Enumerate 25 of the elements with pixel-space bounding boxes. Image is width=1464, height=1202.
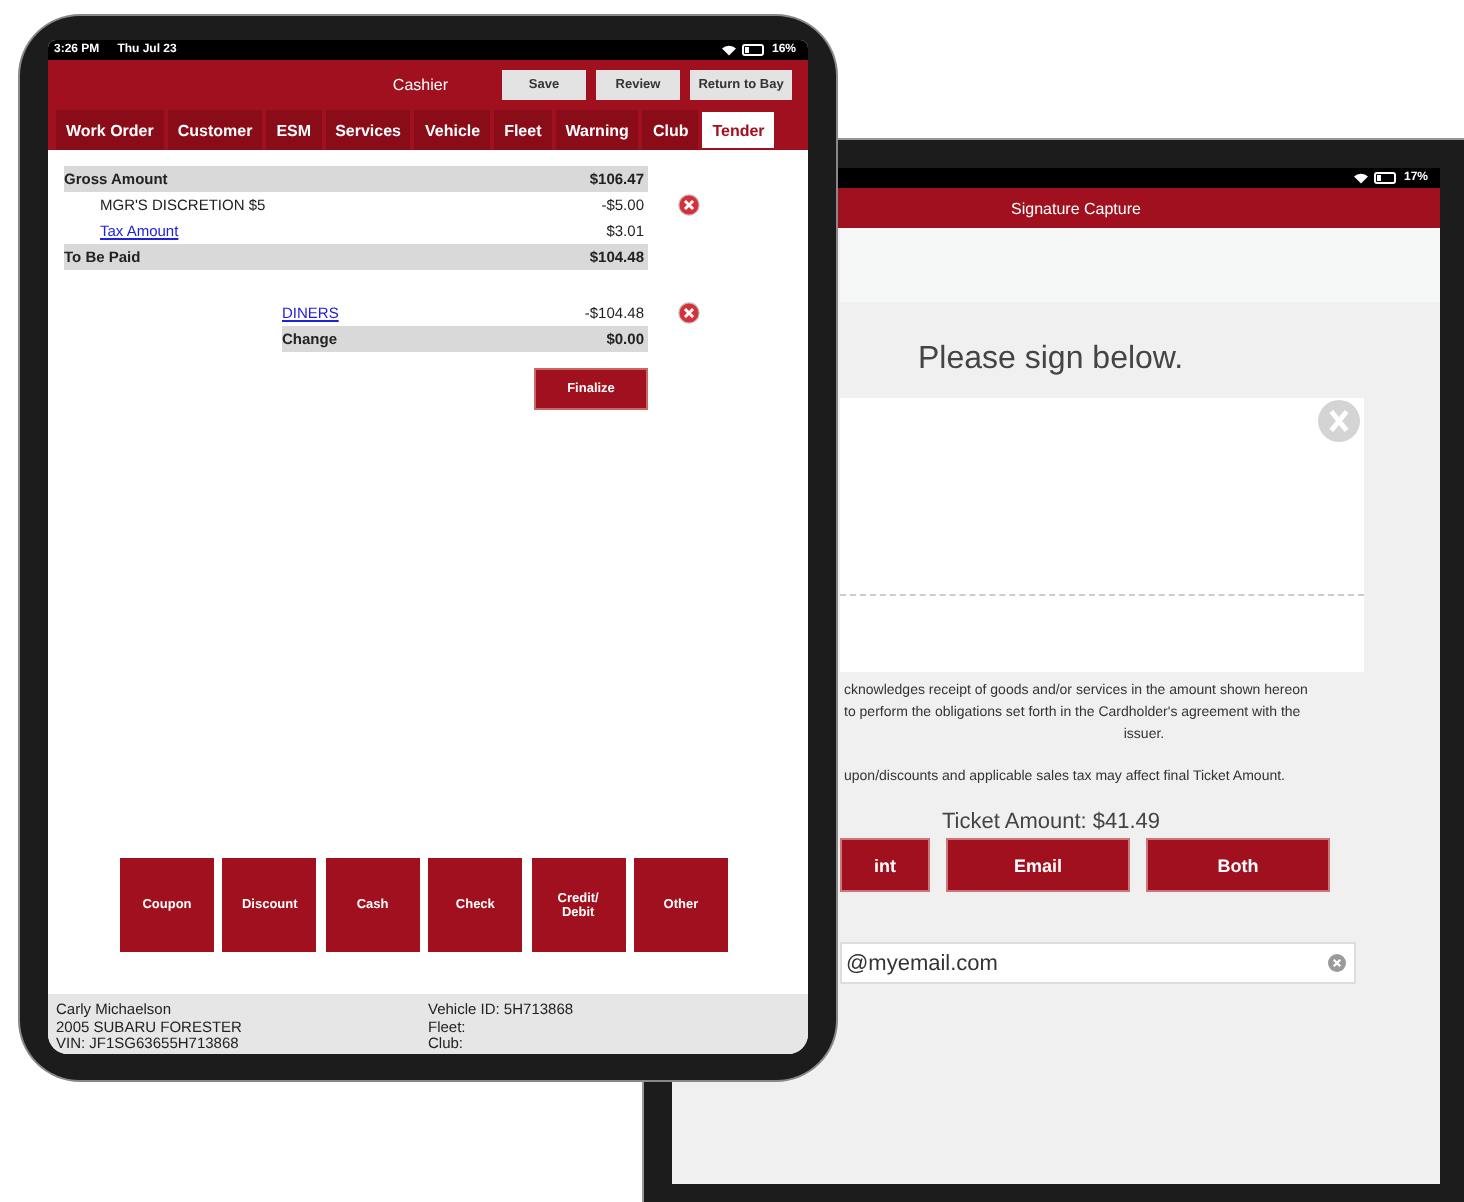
clear-signature-icon[interactable] bbox=[1318, 400, 1360, 442]
tab[interactable]: ESM bbox=[266, 110, 322, 150]
tab[interactable]: Tender bbox=[702, 112, 775, 148]
receipt-button[interactable]: Both bbox=[1146, 838, 1330, 892]
tab[interactable]: Fleet bbox=[494, 110, 552, 150]
email-field[interactable]: @myemail.com bbox=[840, 942, 1356, 984]
tab[interactable]: Vehicle bbox=[414, 110, 491, 150]
receipt-button[interactable]: Email bbox=[946, 838, 1130, 892]
tab[interactable]: Customer bbox=[167, 110, 263, 150]
receipt-button[interactable]: int bbox=[840, 838, 930, 892]
clear-icon[interactable] bbox=[1328, 954, 1346, 972]
wifi-icon bbox=[1353, 172, 1368, 184]
tab[interactable]: Services bbox=[325, 110, 411, 150]
sign-prompt: Please sign below. bbox=[918, 340, 1186, 380]
battery-icon bbox=[741, 44, 766, 56]
tab[interactable]: Work Order bbox=[56, 110, 164, 150]
tab[interactable]: Warning bbox=[555, 110, 639, 150]
ticket-amount: Ticket Amount: $41.49 bbox=[942, 810, 1163, 834]
screen-title: Cashier bbox=[392, 76, 448, 94]
tab[interactable]: Club bbox=[642, 110, 699, 150]
battery-icon bbox=[1373, 172, 1398, 184]
wifi-icon bbox=[721, 44, 736, 56]
remove-icon[interactable] bbox=[678, 302, 700, 324]
remove-icon[interactable] bbox=[678, 194, 700, 216]
screen-title: Signature Capture bbox=[1011, 199, 1141, 217]
